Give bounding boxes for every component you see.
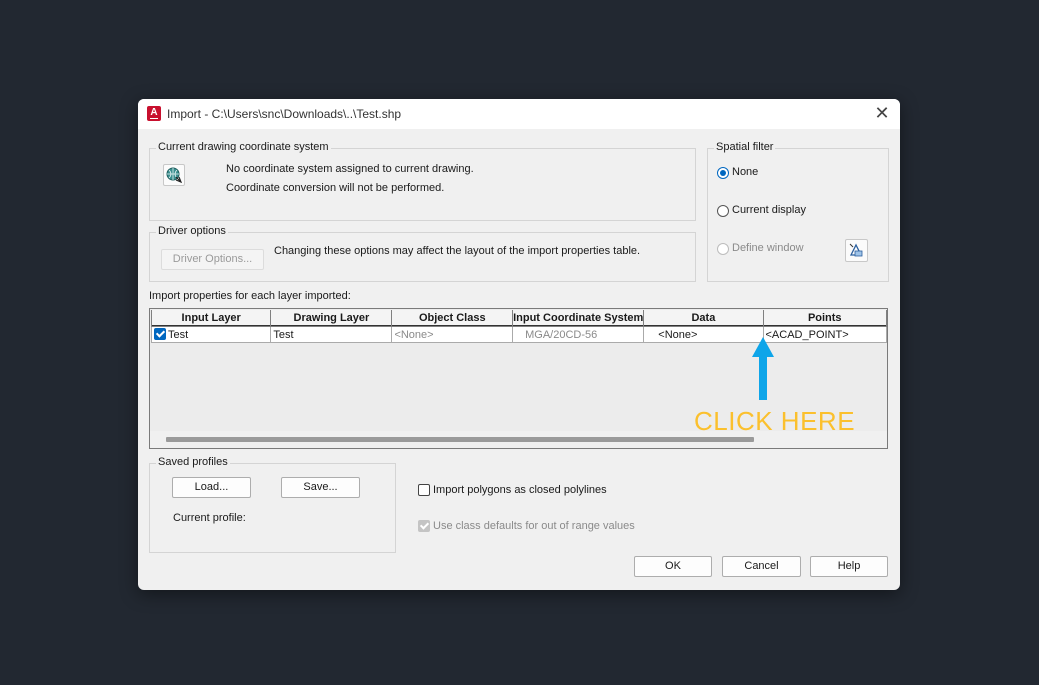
close-icon[interactable]: ✕ [872, 104, 892, 124]
driver-options-group-label: Driver options [156, 225, 228, 237]
table-row: Test Test <None> MGA/20CD-56 <None> <ACA… [150, 326, 887, 343]
coordinate-system-cell[interactable]: MGA/20CD-56 [512, 326, 645, 343]
spatial-filter-group-label: Spatial filter [714, 141, 776, 153]
drawing-layer-cell[interactable]: Test [270, 326, 393, 343]
column-header-data[interactable]: Data [643, 310, 764, 327]
table-header-row: Input Layer Drawing Layer Object Class I… [150, 310, 887, 327]
coordinate-system-message-line2: Coordinate conversion will not be perfor… [226, 182, 445, 194]
data-cell[interactable]: <None> [643, 326, 764, 343]
click-here-annotation: CLICK HERE [694, 406, 856, 436]
coordinate-system-group: Current drawing coordinate system No coo… [149, 141, 696, 221]
import-properties-grid: Input Layer Drawing Layer Object Class I… [150, 310, 887, 343]
input-layer-cell[interactable]: Test [150, 326, 272, 343]
object-class-cell[interactable]: <None> [391, 326, 514, 343]
cancel-button[interactable]: Cancel [722, 556, 801, 577]
pick-window-icon[interactable] [845, 239, 868, 262]
column-header-input-layer[interactable]: Input Layer [150, 310, 272, 327]
spatial-filter-group: Spatial filter None Current display Defi… [707, 141, 889, 282]
column-header-points[interactable]: Points [762, 310, 887, 327]
title-bar: A Import - C:\Users\snc\Downloads\..\Tes… [138, 99, 900, 129]
column-header-input-coordinate-system[interactable]: Input Coordinate System [512, 310, 645, 327]
annotation-arrow-icon [752, 337, 774, 400]
import-polygons-label[interactable]: Import polygons as closed polylines [433, 484, 607, 496]
horizontal-scrollbar-thumb[interactable] [166, 437, 754, 442]
ok-button[interactable]: OK [634, 556, 712, 577]
import-dialog: A Import - C:\Users\snc\Downloads\..\Tes… [138, 99, 900, 590]
spatial-filter-none-radio[interactable] [717, 167, 729, 179]
save-profile-button[interactable]: Save... [281, 477, 360, 498]
spatial-filter-current-display-label[interactable]: Current display [732, 204, 806, 216]
layer-import-checkbox[interactable] [154, 328, 166, 340]
driver-options-button[interactable]: Driver Options... [161, 249, 264, 270]
column-header-drawing-layer[interactable]: Drawing Layer [270, 310, 393, 327]
coordinate-system-globe-icon[interactable] [163, 164, 185, 186]
points-cell[interactable]: <ACAD_POINT> [762, 326, 887, 343]
spatial-filter-current-display-radio[interactable] [717, 205, 729, 217]
saved-profiles-group: Saved profiles Load... Save... Current p… [149, 456, 396, 553]
import-polygons-checkbox[interactable] [418, 484, 430, 496]
load-profile-button[interactable]: Load... [172, 477, 251, 498]
spatial-filter-none-label[interactable]: None [732, 166, 758, 178]
window-title: Import - C:\Users\snc\Downloads\..\Test.… [167, 107, 402, 121]
saved-profiles-group-label: Saved profiles [156, 456, 230, 468]
class-defaults-label[interactable]: Use class defaults for out of range valu… [433, 520, 635, 532]
help-button[interactable]: Help [810, 556, 888, 577]
driver-options-group: Driver options Driver Options... Changin… [149, 225, 696, 282]
input-layer-value: Test [168, 329, 189, 341]
column-header-object-class[interactable]: Object Class [391, 310, 514, 327]
spatial-filter-define-window-label[interactable]: Define window [732, 242, 804, 254]
current-profile-label: Current profile: [173, 512, 246, 524]
class-defaults-checkbox[interactable] [418, 520, 430, 532]
autocad-app-icon: A [147, 106, 161, 121]
driver-options-note: Changing these options may affect the la… [274, 245, 641, 257]
coordinate-system-message-line1: No coordinate system assigned to current… [226, 163, 474, 175]
coordinate-system-group-label: Current drawing coordinate system [156, 141, 331, 153]
import-properties-label: Import properties for each layer importe… [149, 290, 351, 302]
spatial-filter-define-window-radio[interactable] [717, 243, 729, 255]
